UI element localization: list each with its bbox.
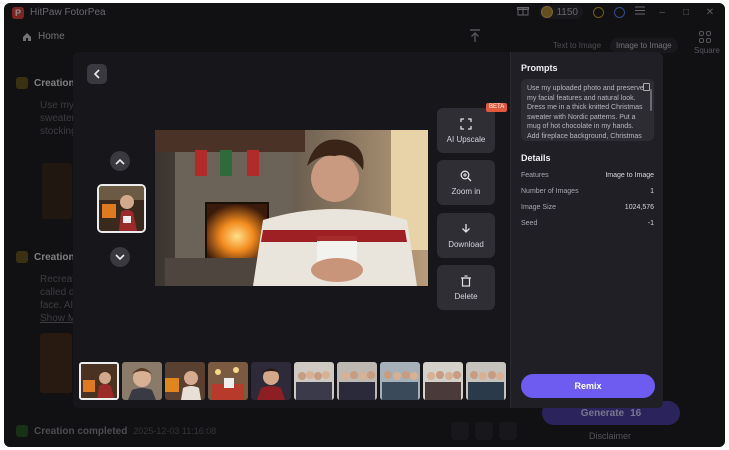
strip-thumbnail[interactable]	[165, 362, 205, 400]
zoom-in-label: Zoom in	[451, 186, 481, 196]
detail-key: Image Size	[521, 204, 557, 211]
strip-thumbnail[interactable]	[122, 362, 162, 400]
detail-row-number-of-images: Number of Images 1	[521, 188, 654, 195]
detail-key: Features	[521, 172, 549, 179]
details-heading: Details	[521, 153, 551, 163]
ai-upscale-button[interactable]: AI Upscale	[437, 108, 495, 153]
delete-button[interactable]: Delete	[437, 265, 495, 310]
zoom-in-icon	[460, 170, 472, 181]
detail-row-features: Features Image to Image	[521, 172, 654, 179]
generated-image[interactable]	[155, 130, 428, 286]
chevron-left-icon	[93, 69, 100, 79]
details-panel: Prompts Use my uploaded photo and preser…	[510, 52, 663, 408]
download-icon	[462, 223, 470, 233]
back-button[interactable]	[87, 64, 107, 84]
detail-value: Image to Image	[605, 172, 654, 179]
detail-key: Number of Images	[521, 188, 579, 195]
prompt-text: Use my uploaded photo and preserve my fa…	[527, 85, 644, 140]
copy-icon[interactable]	[643, 83, 650, 91]
thumbnail-strip	[79, 362, 506, 400]
strip-thumbnail[interactable]	[208, 362, 248, 400]
strip-thumbnail[interactable]	[466, 362, 506, 400]
trash-icon	[461, 274, 471, 287]
prompt-scrollbar[interactable]	[650, 89, 652, 111]
detail-value: 1	[650, 188, 654, 195]
prompt-box: Use my uploaded photo and preserve my fa…	[521, 79, 654, 141]
current-image-thumbnail[interactable]	[97, 184, 146, 233]
detail-row-image-size: Image Size 1024,576	[521, 204, 654, 211]
remix-button[interactable]: Remix	[521, 374, 655, 398]
chevron-up-icon	[115, 158, 125, 165]
app-window: P HitPaw FotorPea 1150 – □ ✕ Home Text t…	[4, 3, 725, 447]
detail-row-seed: Seed -1	[521, 220, 654, 227]
download-label: Download	[448, 239, 484, 249]
strip-thumbnail[interactable]	[423, 362, 463, 400]
download-button[interactable]: Download	[437, 213, 495, 258]
strip-thumbnail[interactable]	[79, 362, 119, 400]
ai-upscale-label: AI Upscale	[446, 134, 486, 144]
detail-value: -1	[647, 220, 654, 227]
delete-label: Delete	[454, 291, 478, 301]
next-image-button[interactable]	[110, 247, 130, 267]
chevron-down-icon	[115, 253, 125, 260]
strip-thumbnail[interactable]	[380, 362, 420, 400]
zoom-in-button[interactable]: Zoom in	[437, 160, 495, 205]
upscale-icon	[460, 117, 472, 130]
strip-thumbnail[interactable]	[251, 362, 291, 400]
previous-image-button[interactable]	[110, 151, 130, 171]
strip-thumbnail[interactable]	[337, 362, 377, 400]
prompts-heading: Prompts	[521, 63, 558, 73]
detail-value: 1024,576	[624, 204, 654, 211]
beta-badge: BETA	[486, 103, 508, 112]
detail-key: Seed	[521, 220, 538, 227]
strip-thumbnail[interactable]	[294, 362, 334, 400]
image-viewer-modal: AI Upscale BETA Zoom in Download Delete	[73, 52, 663, 408]
